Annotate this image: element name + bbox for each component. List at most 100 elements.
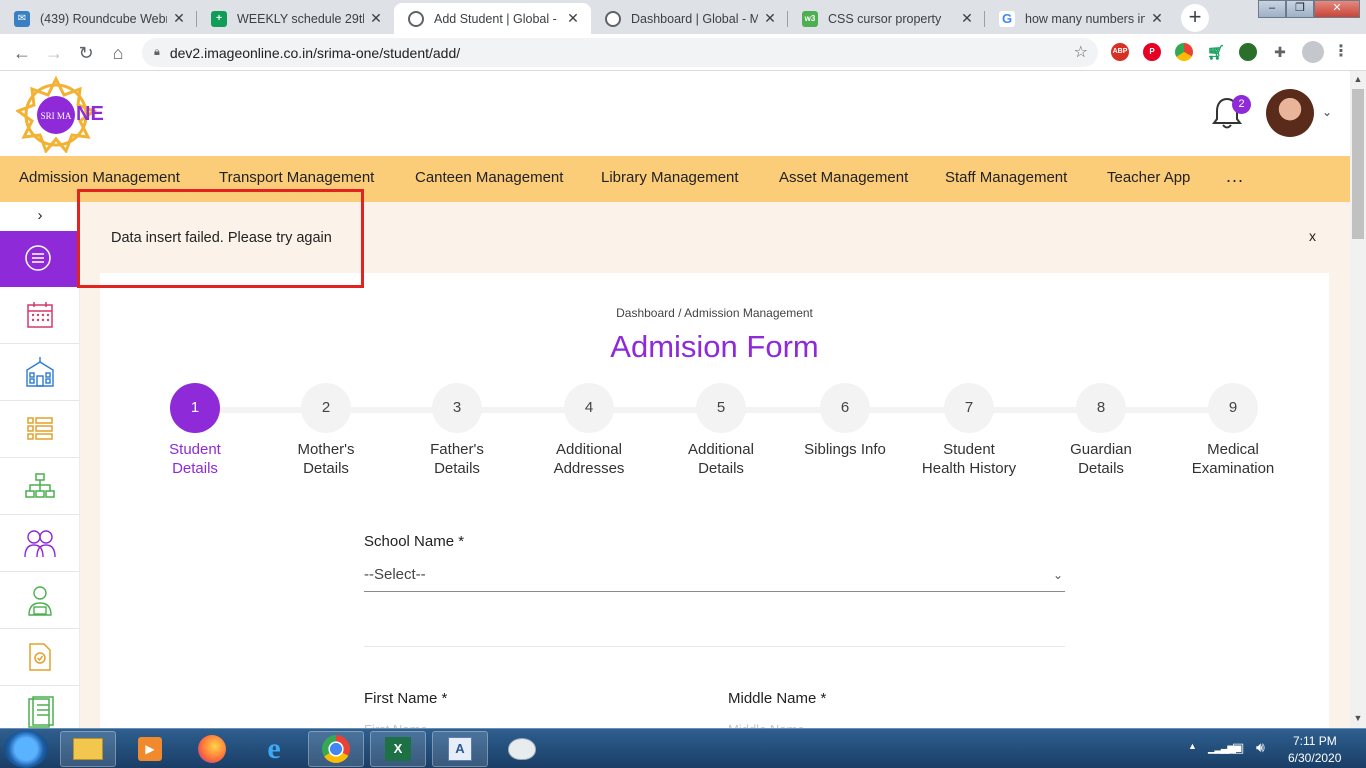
student-icon xyxy=(27,586,52,616)
google-icon: G xyxy=(999,10,1015,27)
step-student-health-history[interactable]: 7 Student Health History xyxy=(904,383,1034,478)
forward-icon[interactable]: → xyxy=(41,40,67,66)
browser-tab[interactable]: G how many numbers in a ✕ xyxy=(985,3,1175,34)
chevron-down-icon[interactable]: ⌄ xyxy=(1322,105,1332,119)
alert-close-button[interactable]: x xyxy=(1309,228,1316,244)
step-label: Details xyxy=(1078,460,1124,477)
start-button[interactable] xyxy=(4,730,48,768)
step-fathers-details[interactable]: 3 Father's Details xyxy=(392,383,522,478)
tab-close-icon[interactable]: ✕ xyxy=(368,10,384,27)
media-player-icon[interactable]: ▶ xyxy=(122,731,178,767)
roundcube-icon: ✉ xyxy=(14,10,30,27)
hierarchy-icon xyxy=(24,473,55,498)
step-number: 6 xyxy=(820,383,870,433)
document-list-icon xyxy=(27,696,54,728)
sidebar-item-document-check[interactable] xyxy=(0,629,79,686)
step-siblings-info[interactable]: 6 Siblings Info xyxy=(780,383,910,459)
admission-form-card: Dashboard / Admission Management Admisio… xyxy=(100,273,1329,737)
bookmark-star-icon[interactable]: ☆ xyxy=(1074,42,1088,62)
wordpad-icon[interactable]: A xyxy=(432,731,488,767)
sidebar-item-student[interactable] xyxy=(0,572,79,629)
volume-icon[interactable]: 🔊︎ xyxy=(1256,739,1265,756)
home-icon[interactable]: ⌂ xyxy=(105,40,131,66)
tab-close-icon[interactable]: ✕ xyxy=(1149,10,1165,27)
nav-asset-management[interactable]: Asset Management xyxy=(779,169,908,186)
globe-icon xyxy=(605,10,621,27)
scroll-thumb[interactable] xyxy=(1352,89,1364,239)
browser-tab[interactable]: + WEEKLY schedule 29th to ✕ xyxy=(197,3,394,34)
adblock-icon[interactable]: ABP xyxy=(1111,43,1129,61)
tray-expand-icon[interactable]: ▲ xyxy=(1188,741,1197,751)
pinterest-icon[interactable]: P xyxy=(1143,43,1161,61)
chrome-taskbar-icon[interactable] xyxy=(308,731,364,767)
internet-explorer-icon[interactable]: e xyxy=(246,731,302,767)
tab-close-icon[interactable]: ✕ xyxy=(565,10,581,27)
school-name-select[interactable]: --Select-- ⌄ xyxy=(364,562,1065,592)
extensions-icon[interactable]: ✚ xyxy=(1271,43,1289,61)
firefox-icon[interactable] xyxy=(184,731,240,767)
step-label: Medical xyxy=(1207,441,1259,458)
sidebar-item-parents[interactable] xyxy=(0,515,79,572)
nav-canteen-management[interactable]: Canteen Management xyxy=(415,169,563,186)
sidebar-item-school[interactable] xyxy=(0,344,79,401)
step-mothers-details[interactable]: 2 Mother's Details xyxy=(261,383,391,478)
network-icon[interactable]: ▣ xyxy=(1232,740,1244,756)
cart-icon[interactable]: 🛒︎ xyxy=(1207,43,1225,61)
sidebar-item-hierarchy[interactable] xyxy=(0,458,79,515)
maximize-icon[interactable]: ❐ xyxy=(1286,0,1314,18)
sidebar: › xyxy=(0,202,80,728)
scroll-up-icon[interactable]: ▲ xyxy=(1350,74,1366,84)
browser-tab-active[interactable]: Add Student | Global - M ✕ xyxy=(394,3,591,34)
page-title: Admision Form xyxy=(610,329,819,364)
scroll-down-icon[interactable]: ▼ xyxy=(1350,713,1366,723)
sidebar-item-list[interactable] xyxy=(0,401,79,458)
nav-transport-management[interactable]: Transport Management xyxy=(219,169,374,186)
avatar[interactable] xyxy=(1266,89,1314,137)
step-additional-addresses[interactable]: 4 Additional Addresses xyxy=(524,383,654,478)
sidebar-item-document-list[interactable] xyxy=(0,686,79,728)
clock-time[interactable]: 7:11 PM xyxy=(1293,734,1337,748)
signal-icon[interactable]: ▁▂▃▅ xyxy=(1208,741,1236,754)
tab-title: Dashboard | Global - Mu xyxy=(631,11,758,26)
address-bar[interactable]: 🔒︎ dev2.imageonline.co.in/srima-one/stud… xyxy=(142,38,1098,67)
new-tab-button[interactable]: + xyxy=(1181,4,1209,32)
tab-close-icon[interactable]: ✕ xyxy=(762,10,778,27)
file-explorer-icon[interactable] xyxy=(60,731,116,767)
excel-icon[interactable]: X xyxy=(370,731,426,767)
clock-date[interactable]: 6/30/2020 xyxy=(1288,751,1341,765)
page-scrollbar[interactable]: ▲ ▼ xyxy=(1350,71,1366,728)
back-icon[interactable]: ← xyxy=(9,40,35,66)
nav-library-management[interactable]: Library Management xyxy=(601,169,739,186)
step-label: Additional xyxy=(688,441,754,458)
tab-close-icon[interactable]: ✕ xyxy=(171,10,187,27)
step-label: Father's xyxy=(430,441,484,458)
lock-icon: 🔒︎ xyxy=(154,46,160,58)
step-label: Additional xyxy=(556,441,622,458)
paint-icon[interactable] xyxy=(494,731,550,767)
sidebar-item-calendar[interactable] xyxy=(0,287,79,344)
breadcrumb[interactable]: Dashboard / Admission Management xyxy=(100,306,1329,320)
step-guardian-details[interactable]: 8 Guardian Details xyxy=(1036,383,1166,478)
step-medical-examination[interactable]: 9 Medical Examination xyxy=(1168,383,1298,478)
close-window-icon[interactable]: ✕ xyxy=(1314,0,1360,18)
sidebar-menu-button[interactable] xyxy=(0,231,78,287)
menu-kebab-icon[interactable]: ⋮ xyxy=(1332,43,1350,61)
browser-tab[interactable]: w3 CSS cursor property ✕ xyxy=(788,3,985,34)
minimize-icon[interactable]: – xyxy=(1258,0,1286,18)
nav-staff-management[interactable]: Staff Management xyxy=(945,169,1067,186)
step-additional-details[interactable]: 5 Additional Details xyxy=(656,383,786,478)
nav-more-button[interactable]: ... xyxy=(1226,166,1244,187)
calendar-icon xyxy=(26,302,53,328)
step-label: Guardian xyxy=(1070,441,1132,458)
profile-icon[interactable] xyxy=(1302,41,1324,63)
nav-admission-management[interactable]: Admission Management xyxy=(19,169,180,186)
tab-close-icon[interactable]: ✕ xyxy=(959,10,975,27)
chrome-ext-icon[interactable] xyxy=(1175,43,1193,61)
nav-teacher-app[interactable]: Teacher App xyxy=(1107,169,1190,186)
sidebar-toggle-chevron-icon[interactable]: › xyxy=(0,202,80,231)
step-student-details[interactable]: 1 Student Details xyxy=(130,383,260,478)
browser-tab[interactable]: Dashboard | Global - Mu ✕ xyxy=(591,3,788,34)
globe-ext-icon[interactable] xyxy=(1239,43,1257,61)
reload-icon[interactable]: ↻ xyxy=(73,40,99,66)
browser-tab[interactable]: ✉ (439) Roundcube Webm ✕ xyxy=(0,3,197,34)
